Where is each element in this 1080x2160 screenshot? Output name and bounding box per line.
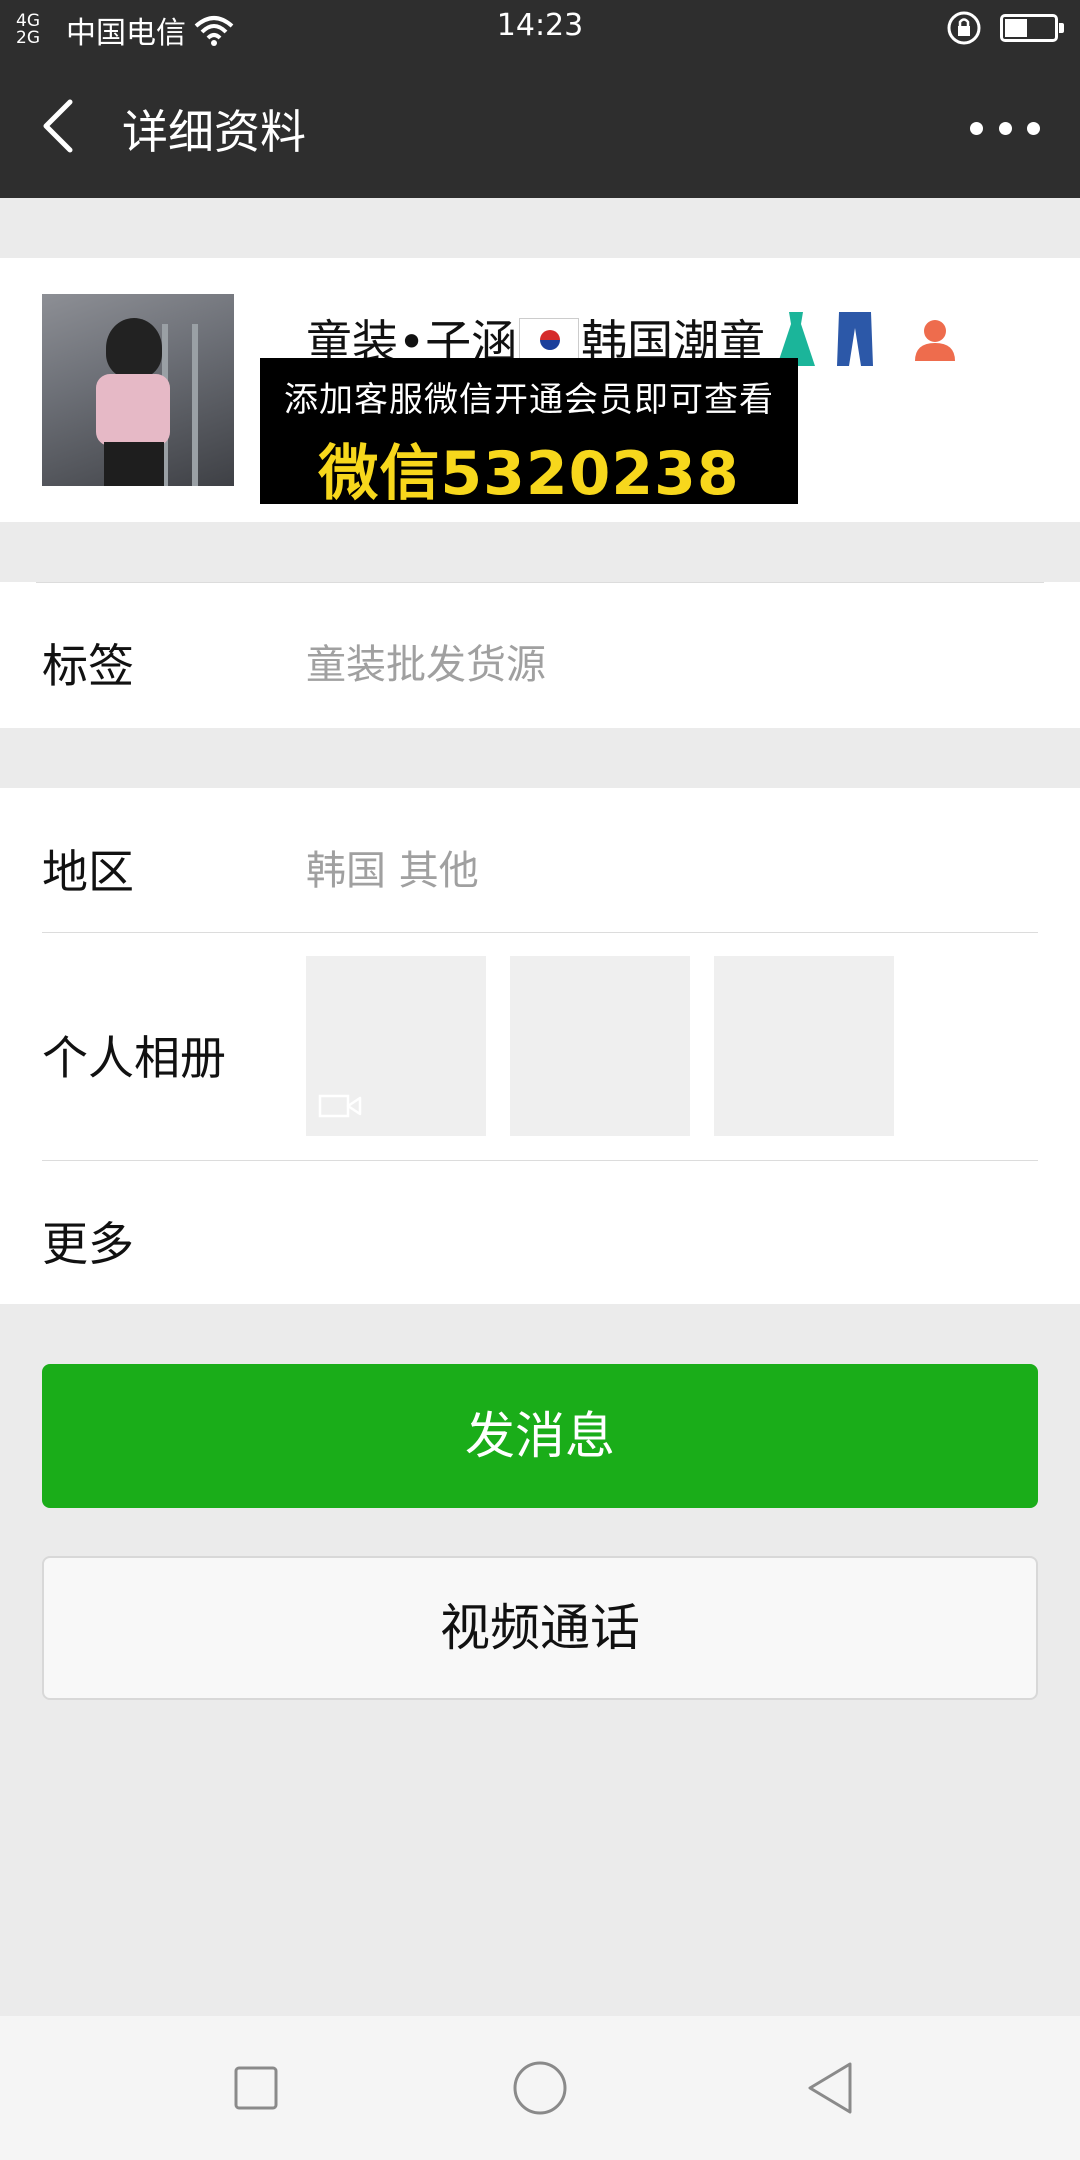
- tag-row[interactable]: 标签 童装批发货源: [0, 582, 1080, 726]
- album-thumbnail[interactable]: [510, 956, 690, 1136]
- region-label: 地区: [42, 845, 134, 899]
- more-options-icon[interactable]: [970, 118, 1040, 138]
- promo-line2: 微信5320238: [318, 439, 740, 509]
- info-section: 地区 韩国 其他 个人相册 更多: [0, 788, 1080, 1304]
- korea-flag-icon: [519, 318, 580, 360]
- title-bar: 详细资料: [0, 56, 1080, 198]
- jeans-icon: [837, 312, 874, 366]
- tag-label: 标签: [42, 639, 134, 693]
- album-label: 个人相册: [42, 1031, 226, 1085]
- back-arrow-icon[interactable]: [36, 94, 80, 158]
- more-label: 更多: [42, 1217, 134, 1271]
- send-message-button[interactable]: 发消息: [42, 1364, 1038, 1508]
- avatar[interactable]: [42, 294, 234, 486]
- region-value: 韩国 其他: [306, 848, 479, 894]
- region-row: 地区 韩国 其他: [0, 788, 1080, 932]
- navigation-bar: [0, 2016, 1080, 2160]
- album-thumbnail[interactable]: [306, 956, 486, 1136]
- battery-icon: [1000, 14, 1064, 42]
- tag-value: 童装批发货源: [306, 642, 546, 688]
- profile-card: 童装•子涵 韩国潮童 添加客服微信开通会员即可查看 微信5320238: [0, 258, 1080, 522]
- page-title: 详细资料: [122, 105, 306, 159]
- video-call-button[interactable]: 视频通话: [42, 1556, 1038, 1700]
- video-icon: [318, 1094, 362, 1118]
- person-icon: [915, 320, 956, 361]
- promo-banner: 添加客服微信开通会员即可查看 微信5320238: [260, 358, 798, 509]
- album-row[interactable]: 个人相册: [0, 932, 1080, 1160]
- back-triangle-icon[interactable]: [790, 2046, 874, 2130]
- recent-apps-icon[interactable]: [214, 2046, 298, 2130]
- home-icon[interactable]: [498, 2046, 582, 2130]
- album-thumbnail[interactable]: [714, 956, 894, 1136]
- status-bar: 4G 2G 中国电信 14:23: [0, 0, 1080, 56]
- more-row[interactable]: 更多: [0, 1160, 1080, 1304]
- clock: 14:23: [496, 8, 584, 43]
- rotation-lock-icon: [947, 11, 981, 45]
- tag-section: 标签 童装批发货源: [0, 582, 1080, 728]
- promo-line1: 添加客服微信开通会员即可查看: [284, 380, 774, 420]
